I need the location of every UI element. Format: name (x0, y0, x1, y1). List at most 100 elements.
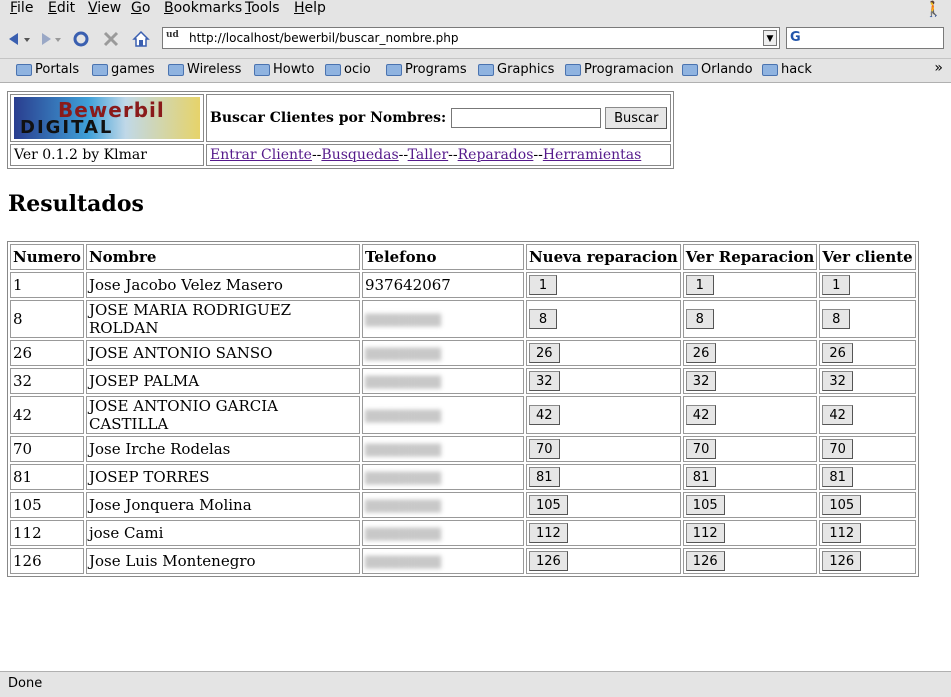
forward-button[interactable] (34, 29, 64, 49)
throbber-icon: 🚶 (924, 0, 943, 18)
cell-numero: 26 (10, 340, 84, 366)
address-text: http://localhost/bewerbil/buscar_nombre.… (189, 31, 459, 45)
ver-reparacion-button[interactable]: 1 (685, 275, 714, 296)
cell-ver-cliente: 126 (819, 548, 916, 574)
reload-button[interactable] (70, 29, 92, 49)
menu-go[interactable]: Go (131, 0, 150, 16)
address-dropdown-button[interactable]: ▼ (763, 30, 777, 46)
bookmark-programs[interactable]: Programs (386, 62, 467, 77)
buscar-button[interactable]: Buscar (605, 107, 668, 129)
address-bar[interactable]: ud http://localhost/bewerbil/buscar_nomb… (162, 27, 780, 49)
cell-ver-reparacion: 26 (682, 340, 818, 366)
cell-ver-reparacion: 42 (682, 396, 818, 434)
ver-reparacion-button[interactable]: 81 (685, 467, 717, 488)
cell-nombre: Jose Irche Rodelas (85, 436, 360, 462)
cell-telefono: █████████ (361, 436, 524, 462)
home-button[interactable] (130, 29, 152, 49)
bookmark-programacion[interactable]: Programacion (565, 62, 674, 77)
menu-edit[interactable]: Edit (48, 0, 75, 16)
results-heading: Resultados (8, 191, 144, 217)
ver-cliente-button[interactable]: 126 (822, 551, 862, 572)
search-box[interactable]: G (786, 27, 944, 49)
bookmark-howto[interactable]: Howto (254, 62, 314, 77)
link-busquedas[interactable]: Busquedas (321, 147, 398, 163)
cell-nombre: JOSEP PALMA (85, 368, 360, 394)
nueva-reparacion-button[interactable]: 26 (528, 343, 560, 364)
results-header-row: Numero Nombre Telefono Nueva reparacion … (10, 244, 916, 270)
back-button[interactable] (4, 29, 34, 49)
bookmark-hack[interactable]: hack (762, 62, 812, 77)
menu-view[interactable]: View (88, 0, 121, 16)
bookmark-orlando[interactable]: Orlando (682, 62, 753, 77)
bookmark-ocio[interactable]: ocio (325, 62, 371, 77)
nueva-reparacion-button[interactable]: 32 (528, 371, 560, 392)
nueva-reparacion-button[interactable]: 42 (528, 405, 560, 426)
ver-cliente-button[interactable]: 112 (822, 523, 862, 544)
col-telefono: Telefono (361, 244, 524, 270)
cell-nombre: JOSE ANTONIO SANSO (85, 340, 360, 366)
cell-nueva-reparacion: 26 (525, 340, 681, 366)
bookmark-games[interactable]: games (92, 62, 155, 77)
bookmark-graphics[interactable]: Graphics (478, 62, 554, 77)
bookmarks-toolbar: Portals games Wireless Howto ocio Progra… (0, 59, 951, 83)
ver-reparacion-button[interactable]: 126 (685, 551, 725, 572)
cell-nueva-reparacion: 81 (525, 464, 681, 490)
ver-reparacion-button[interactable]: 32 (685, 371, 717, 392)
ver-reparacion-button[interactable]: 112 (685, 523, 725, 544)
ver-cliente-button[interactable]: 26 (822, 343, 853, 364)
ver-cliente-button[interactable]: 70 (822, 439, 853, 460)
search-input[interactable] (450, 108, 601, 128)
ver-cliente-button[interactable]: 81 (822, 467, 853, 488)
link-taller[interactable]: Taller (408, 147, 449, 163)
nueva-reparacion-button[interactable]: 105 (528, 495, 568, 516)
link-reparados[interactable]: Reparados (458, 147, 534, 163)
table-row: 105 Jose Jonquera Molina █████████ 105 105 10… (10, 492, 916, 518)
redacted-phone: █████████ (364, 500, 442, 513)
cell-ver-reparacion: 1 (682, 272, 818, 298)
redacted-phone: █████████ (364, 472, 442, 485)
ver-reparacion-button[interactable]: 42 (685, 405, 717, 426)
nueva-reparacion-button[interactable]: 126 (528, 551, 568, 572)
cell-ver-reparacion: 8 (682, 300, 818, 338)
cell-ver-cliente: 81 (819, 464, 916, 490)
nueva-reparacion-button[interactable]: 81 (528, 467, 560, 488)
ver-cliente-button[interactable]: 8 (822, 309, 851, 330)
ver-cliente-button[interactable]: 42 (822, 405, 853, 426)
cell-nueva-reparacion: 112 (525, 520, 681, 546)
ver-cliente-button[interactable]: 1 (822, 275, 851, 296)
nueva-reparacion-button[interactable]: 8 (528, 309, 557, 330)
ver-reparacion-button[interactable]: 70 (685, 439, 717, 460)
cell-ver-reparacion: 32 (682, 368, 818, 394)
link-entrar-cliente[interactable]: Entrar Cliente (210, 147, 312, 163)
menu-bookmarks[interactable]: Bookmarks (164, 0, 242, 16)
ver-reparacion-button[interactable]: 8 (685, 309, 714, 330)
ver-reparacion-button[interactable]: 26 (685, 343, 717, 364)
bookmarks-overflow-button[interactable]: » (934, 60, 943, 76)
folder-icon (386, 63, 402, 76)
col-nueva-reparacion: Nueva reparacion (525, 244, 681, 270)
cell-nueva-reparacion: 105 (525, 492, 681, 518)
cell-ver-reparacion: 105 (682, 492, 818, 518)
ver-reparacion-button[interactable]: 105 (685, 495, 725, 516)
cell-nueva-reparacion: 8 (525, 300, 681, 338)
bookmark-portals[interactable]: Portals (16, 62, 79, 77)
menu-file[interactable]: File (10, 0, 33, 16)
folder-icon (16, 63, 32, 76)
menu-help[interactable]: Help (294, 0, 326, 16)
stop-button[interactable] (100, 29, 122, 49)
nueva-reparacion-button[interactable]: 70 (528, 439, 560, 460)
google-search-icon: G (790, 30, 801, 45)
link-herramientas[interactable]: Herramientas (543, 147, 641, 163)
nueva-reparacion-button[interactable]: 1 (528, 275, 557, 296)
menu-tools[interactable]: Tools (245, 0, 280, 16)
cell-nombre: Jose Jonquera Molina (85, 492, 360, 518)
cell-telefono: █████████ (361, 520, 524, 546)
nueva-reparacion-button[interactable]: 112 (528, 523, 568, 544)
cell-ver-reparacion: 81 (682, 464, 818, 490)
ver-cliente-button[interactable]: 105 (822, 495, 862, 516)
table-row: 42 JOSE ANTONIO GARCIA CASTILLA █████████ 4… (10, 396, 916, 434)
table-row: 32 JOSEP PALMA █████████ 32 32 32 (10, 368, 916, 394)
ver-cliente-button[interactable]: 32 (822, 371, 853, 392)
cell-ver-reparacion: 70 (682, 436, 818, 462)
bookmark-wireless[interactable]: Wireless (168, 62, 241, 77)
